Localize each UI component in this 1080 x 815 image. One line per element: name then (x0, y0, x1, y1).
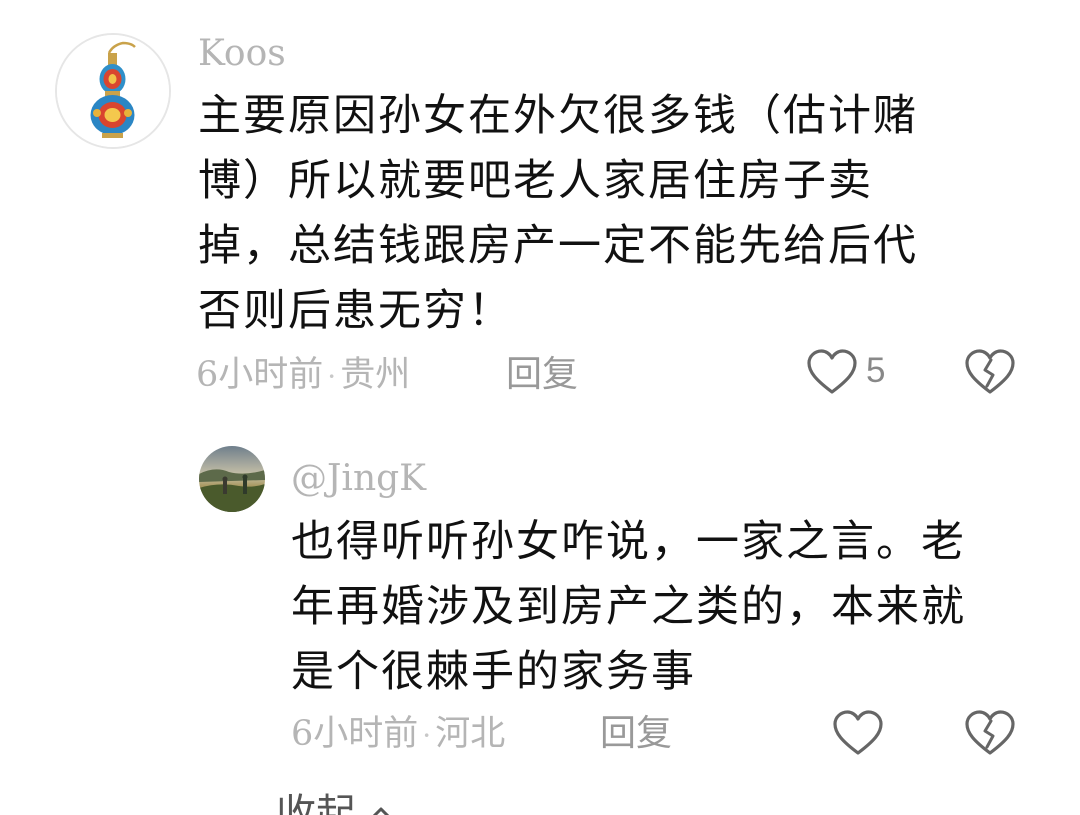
comment-meta-koos: 6小时前 · 贵州 (196, 355, 410, 397)
username-jingk[interactable]: @JingK (291, 459, 426, 499)
comment-line: 掉，总结钱跟房产一定不能先给后代 (198, 221, 918, 271)
comment-line: 主要原因孙女在外欠很多钱（估计赌 (198, 91, 918, 141)
dislike-button[interactable] (964, 709, 1016, 757)
meta-separator: · (327, 360, 337, 393)
heart-icon (833, 710, 883, 755)
like-button[interactable] (806, 348, 858, 396)
username-koos[interactable]: Koos (198, 34, 286, 74)
comment-line: 博）所以就要吧老人家居住房子卖 (198, 156, 873, 206)
avatar-koos[interactable] (55, 33, 171, 149)
like-count: 5 (866, 351, 886, 390)
gourd-vase-icon (57, 35, 169, 147)
reply-button[interactable]: 回复 (600, 714, 672, 754)
reply-button[interactable]: 回复 (506, 355, 578, 395)
chevron-up-icon[interactable] (368, 800, 394, 815)
comment-line: 年再婚涉及到房产之类的，本来就 (291, 582, 966, 632)
meta-separator: · (422, 719, 432, 752)
reply-meta-jingk: 6小时前 · 河北 (291, 714, 505, 756)
avatar-jingk[interactable] (199, 446, 265, 512)
comment-body-koos: 主要原因孙女在外欠很多钱（估计赌 博）所以就要吧老人家居住房子卖 掉，总结钱跟房… (198, 84, 918, 344)
reply-body-jingk: 也得听听孙女咋说，一家之言。老 年再婚涉及到房产之类的，本来就 是个很棘手的家务… (291, 510, 966, 705)
timestamp: 6小时前 (291, 714, 419, 754)
comment-line: 也得听听孙女咋说，一家之言。老 (291, 517, 966, 567)
comment-line: 是个很棘手的家务事 (291, 647, 696, 697)
like-button[interactable] (832, 709, 884, 757)
dislike-button[interactable] (964, 348, 1016, 396)
timestamp: 6小时前 (196, 355, 324, 395)
comment-line: 否则后患无穷！ (198, 286, 513, 336)
location: 贵州 (340, 355, 411, 395)
heart-icon (807, 349, 857, 394)
collapse-replies-button[interactable]: 收起 (276, 792, 356, 815)
landscape-photo-icon (199, 446, 265, 512)
comment-thread: Koos 主要原因孙女在外欠很多钱（估计赌 博）所以就要吧老人家居住房子卖 掉，… (0, 0, 1080, 815)
broken-heart-icon (965, 710, 1015, 755)
location: 河北 (435, 714, 506, 754)
broken-heart-icon (965, 349, 1015, 394)
